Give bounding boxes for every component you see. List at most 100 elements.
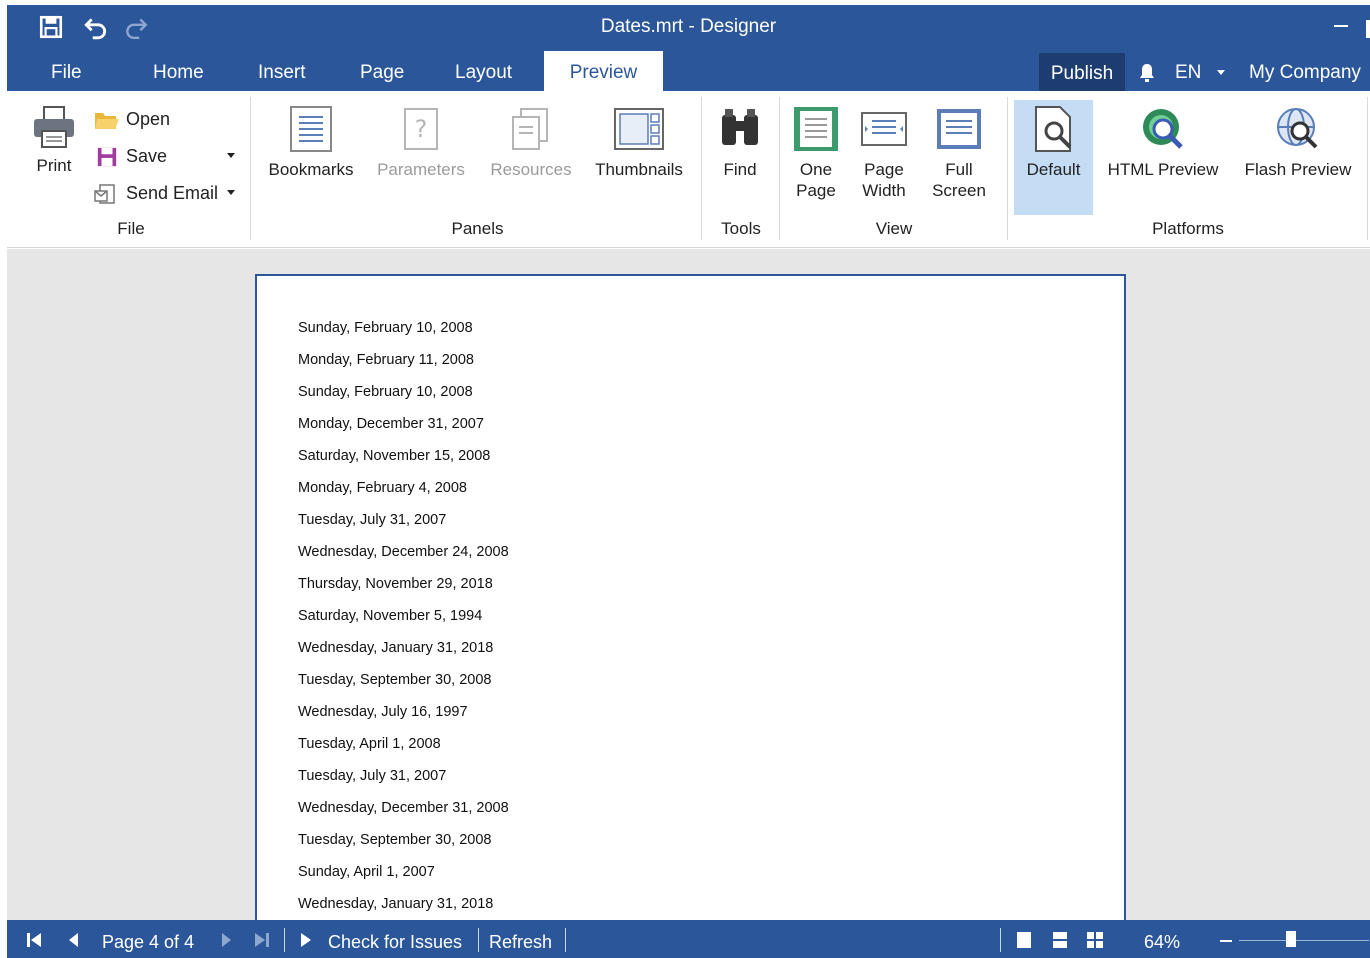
find-button[interactable]: Find [709,105,771,180]
parameters-icon: ? [404,108,438,150]
tab-insert[interactable]: Insert [248,51,316,91]
print-button[interactable]: Print [25,105,83,176]
parameters-button[interactable]: ? Parameters [375,105,467,180]
page-info: Page 4 of 4 [102,932,195,952]
language-selector[interactable]: EN [1175,51,1201,91]
tab-layout[interactable]: Layout [445,51,522,91]
publish-button[interactable]: Publish [1039,53,1125,91]
tab-preview[interactable]: Preview [544,51,663,91]
tab-home[interactable]: Home [143,51,214,91]
tab-page[interactable]: Page [350,51,414,91]
menu-tabs: File Home Insert Page Layout Preview Pub… [7,51,1370,91]
report-date-line: Wednesday, July 16, 1997 [298,704,468,720]
default-label: Default [1026,160,1081,179]
group-divider [1367,97,1368,240]
thumbnails-label: Thumbnails [595,160,683,179]
one-page-button[interactable]: One Page [789,105,843,201]
save-icon [97,148,117,167]
status-divider [565,928,566,952]
group-divider [250,97,251,240]
status-bar: Page 4 of 4 Check for Issues Refresh 64% [7,920,1370,958]
report-date-line: Wednesday, January 31, 2018 [298,640,494,656]
page-width-button[interactable]: Page Width [855,105,913,201]
report-date-line: Monday, December 31, 2007 [298,416,484,432]
tab-file[interactable]: File [41,51,92,91]
chevron-down-icon[interactable] [1217,70,1225,75]
minimize-button[interactable] [1334,25,1348,27]
close-button[interactable] [1366,20,1370,38]
report-date-line: Wednesday, December 31, 2008 [298,800,509,816]
report-date-line: Sunday, April 1, 2007 [298,864,435,880]
preview-workspace[interactable]: Sunday, February 10, 2008 Monday, Februar… [7,249,1370,920]
single-page-view-icon[interactable] [1015,931,1033,949]
one-page-icon [794,107,838,151]
one-page-label-2: Page [796,181,836,200]
save-button[interactable]: Save [94,141,167,171]
find-label: Find [723,160,757,179]
open-label: Open [126,109,171,129]
report-date-line: Tuesday, September 30, 2008 [298,672,492,688]
next-page-icon[interactable] [217,931,235,949]
company-name[interactable]: My Company [1249,51,1361,91]
report-date-line: Saturday, November 5, 1994 [298,608,483,624]
play-icon[interactable] [297,931,315,949]
bookmarks-label: Bookmarks [268,160,354,179]
print-label: Print [36,156,72,175]
last-page-icon[interactable] [253,931,271,949]
save-label: Save [126,146,168,166]
full-screen-label-2: Screen [932,181,986,200]
html-preview-icon [1143,109,1183,149]
full-screen-label-1: Full [945,160,973,179]
open-button[interactable]: Open [94,104,170,134]
group-label-panels: Panels [451,219,504,238]
title-bar: Dates.mrt - Designer [7,5,1370,51]
email-icon [94,184,115,204]
check-for-issues-button[interactable]: Check for Issues [328,920,462,958]
bookmarks-button[interactable]: Bookmarks [265,105,357,180]
previous-page-icon[interactable] [65,931,83,949]
binoculars-icon [722,109,758,145]
continuous-view-icon[interactable] [1051,931,1069,949]
first-page-icon[interactable] [25,931,43,949]
save-dropdown-icon[interactable] [227,153,235,158]
report-date-line: Tuesday, July 31, 2007 [298,768,447,784]
flash-preview-icon [1277,108,1318,149]
html-preview-button[interactable]: HTML Preview [1101,105,1225,180]
zoom-slider[interactable] [1239,940,1369,941]
report-date-line: Wednesday, January 31, 2018 [298,896,494,912]
zoom-out-icon[interactable] [1220,940,1232,942]
thumbnails-button[interactable]: Thumbnails [593,105,685,180]
zoom-slider-thumb[interactable] [1286,931,1296,947]
report-date-line: Tuesday, July 31, 2007 [298,512,447,528]
send-email-dropdown-icon[interactable] [227,190,235,195]
page-width-label-1: Page [864,160,904,179]
full-screen-button[interactable]: Full Screen [927,105,991,201]
status-divider [1000,928,1001,952]
report-date-line: Monday, February 4, 2008 [298,480,467,496]
multiple-pages-view-icon[interactable] [1086,931,1104,949]
svg-text:?: ? [415,115,428,143]
default-platform-button[interactable]: Default [1014,100,1093,215]
refresh-button[interactable]: Refresh [489,920,552,958]
thumbnails-icon [614,108,664,150]
window-title: Dates.mrt - Designer [600,16,777,37]
report-page: Sunday, February 10, 2008 Monday, Februar… [255,274,1126,920]
report-date-line: Tuesday, April 1, 2008 [298,736,441,752]
ribbon: Print Open Save Send Email File Bookmark… [7,91,1370,248]
preview-page-icon [1034,106,1071,152]
zoom-level: 64% [1144,932,1181,952]
parameters-label: Parameters [377,160,465,179]
resources-button[interactable]: Resources [485,105,577,180]
report-date-line: Saturday, November 15, 2008 [298,448,491,464]
flash-preview-button[interactable]: Flash Preview [1239,105,1357,180]
group-label-file: File [117,219,145,238]
status-divider [284,928,285,952]
report-date-line: Sunday, February 10, 2008 [298,320,473,336]
report-date-line: Tuesday, September 30, 2008 [298,832,492,848]
report-date-line: Wednesday, December 24, 2008 [298,544,509,560]
send-email-button[interactable]: Send Email [94,178,218,208]
printer-icon [34,106,74,148]
status-divider [478,928,479,952]
bell-icon[interactable] [1135,61,1159,85]
report-date-line: Sunday, February 10, 2008 [298,384,473,400]
